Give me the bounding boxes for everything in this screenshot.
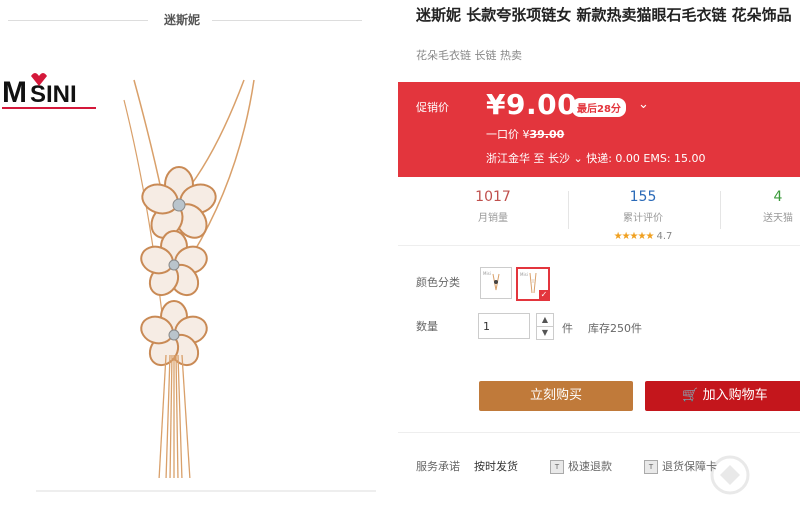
- thumbnail-strip: [0, 478, 398, 505]
- stats-bar: 1017 月销量 155 累计评价 ★★★★★ 4.7 4 送天猫: [398, 177, 800, 245]
- divider: [398, 245, 800, 246]
- reviews[interactable]: 155 累计评价 ★★★★★ 4.7: [568, 189, 718, 243]
- star-rating-icon: ★★★★★: [613, 231, 655, 242]
- svg-text:M: M: [2, 76, 27, 109]
- watermark-logo: [710, 455, 750, 495]
- ship-to-label: 至: [533, 152, 545, 165]
- quantity-label: 数量: [416, 320, 438, 333]
- original-price: 一口价 ¥39.00: [486, 126, 564, 142]
- divider: [720, 191, 721, 229]
- shipping-info: 浙江金华 至 长沙 ⌄ 快递: 0.00 EMS: 15.00: [486, 150, 706, 166]
- divider: [398, 432, 800, 433]
- monthly-sales: 1017 月销量: [475, 189, 511, 224]
- return-card-icon: T: [644, 460, 658, 474]
- svg-text:Misi: Misi: [520, 272, 528, 277]
- add-to-cart-label: 加入购物车: [702, 388, 768, 403]
- product-subtitle: 花朵毛衣链 长链 热卖: [416, 49, 522, 62]
- cart-icon: 🛒: [682, 388, 699, 403]
- add-to-cart-button[interactable]: 🛒 加入购物车: [645, 381, 800, 411]
- check-icon: ✓: [539, 290, 549, 300]
- service-label: 服务承诺: [416, 460, 460, 473]
- brand-logo: M SINI: [0, 62, 102, 124]
- ship-from: 浙江金华: [486, 152, 530, 165]
- color-option-1[interactable]: Misi: [480, 267, 512, 299]
- svg-text:Misi: Misi: [483, 271, 491, 276]
- tmall-points: 4 送天猫: [763, 189, 793, 224]
- product-image[interactable]: [104, 40, 364, 480]
- rating-value: 4.7: [656, 231, 673, 242]
- promo-price: ¥9.00: [486, 88, 578, 121]
- service-on-time: 按时发货: [474, 460, 518, 473]
- divider: [212, 20, 362, 21]
- shipping-fee: 快递: 0.00 EMS: 15.00: [586, 152, 706, 165]
- buy-now-button[interactable]: 立刻购买: [479, 381, 633, 411]
- quantity-unit: 件: [562, 322, 573, 335]
- product-title: 迷斯妮 长款夸张项链女 新款热卖猫眼石毛衣链 花朵饰品: [416, 6, 792, 24]
- promo-label: 促销价: [416, 101, 449, 114]
- brand-header: 迷斯妮: [0, 0, 398, 40]
- product-gallery: 迷斯妮 M SINI: [0, 0, 398, 505]
- service-fast-refund[interactable]: T 极速退款: [550, 458, 612, 474]
- brand-name: 迷斯妮: [163, 13, 200, 27]
- decrement-button[interactable]: ▼: [536, 326, 554, 340]
- chevron-down-icon[interactable]: ⌄: [638, 97, 649, 112]
- original-price-value: 39.00: [529, 128, 565, 141]
- countdown-badge: 最后28分: [572, 98, 626, 117]
- increment-button[interactable]: ▲: [536, 313, 554, 327]
- product-info: 迷斯妮 长款夸张项链女 新款热卖猫眼石毛衣链 花朵饰品 花朵毛衣链 长链 热卖 …: [398, 0, 800, 505]
- refund-icon: T: [550, 460, 564, 474]
- quantity-input[interactable]: 1: [478, 313, 530, 339]
- original-price-label: 一口价 ¥: [486, 128, 530, 141]
- stock-count: 库存250件: [588, 322, 642, 335]
- divider: [36, 490, 376, 492]
- promo-panel: 促销价 ¥9.00 最后28分 ⌄ 一口价 ¥39.00 浙江金华 至 长沙 ⌄…: [398, 82, 800, 177]
- divider: [8, 20, 148, 21]
- color-option-2[interactable]: Misi ✓: [516, 267, 550, 301]
- ship-to-select[interactable]: 长沙 ⌄: [548, 152, 583, 165]
- svg-text:SINI: SINI: [30, 81, 77, 108]
- color-label: 颜色分类: [416, 276, 460, 289]
